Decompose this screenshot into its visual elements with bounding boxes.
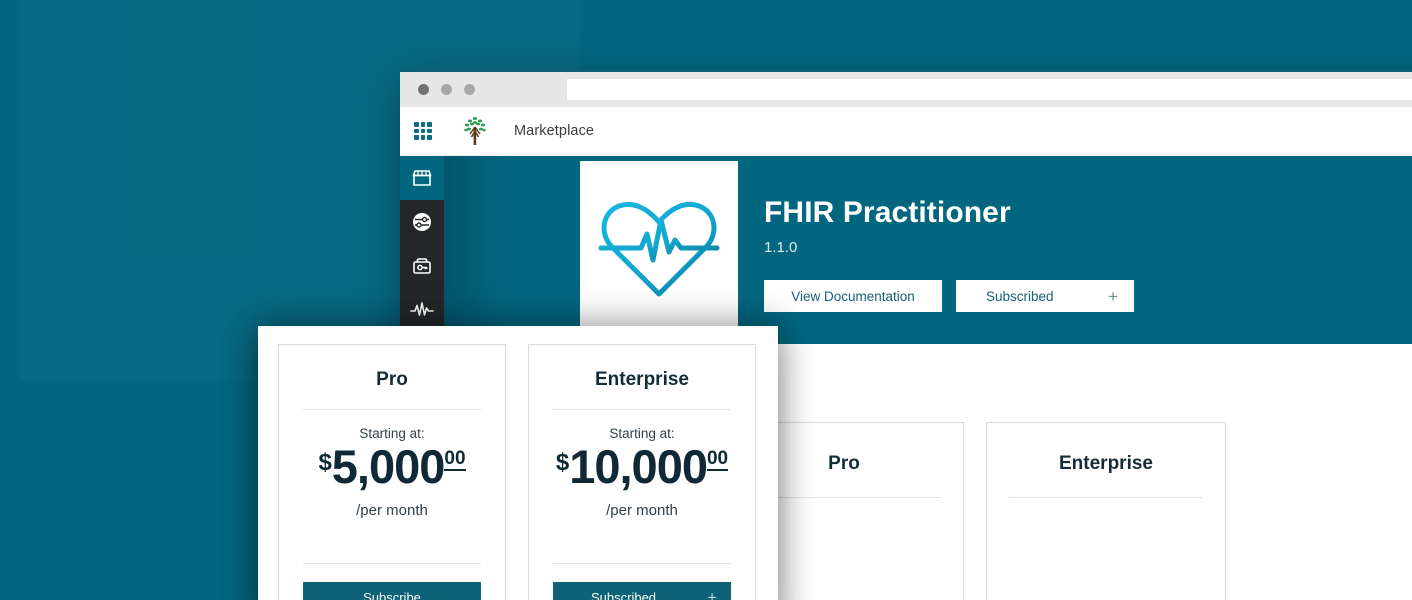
- subscribe-button[interactable]: Subscribe: [303, 582, 481, 600]
- brand-name: Marketplace: [514, 123, 595, 139]
- hero-info: FHIR Practitioner 1.1.0 View Documentati…: [764, 196, 1134, 312]
- price-amount: 5,000: [331, 440, 446, 493]
- sidebar-item-credentials[interactable]: [400, 244, 444, 288]
- price-display: $ 10,000 00: [529, 443, 755, 490]
- address-bar-input[interactable]: [567, 79, 1412, 100]
- subscribed-button-label: Subscribed: [591, 589, 657, 600]
- starting-at-label: Starting at:: [359, 426, 425, 441]
- pulse-analytics-icon: [410, 302, 434, 316]
- api-disc-icon: [413, 213, 431, 231]
- plus-icon: +: [707, 587, 717, 600]
- version-label: 1.1.0: [764, 239, 798, 256]
- page-title: FHIR Practitioner: [764, 196, 1011, 229]
- plan-card-divider: [1009, 497, 1203, 498]
- plan-card[interactable]: Enterprise: [986, 422, 1226, 600]
- storefront-icon: [412, 170, 432, 186]
- subscribed-label: Subscribed: [986, 288, 1054, 304]
- subscribed-button[interactable]: Subscribed +: [553, 582, 731, 600]
- pricing-card-title: Pro: [376, 369, 408, 390]
- app-top-bar: Marketplace: [400, 107, 1412, 156]
- pricing-card-divider: [303, 409, 481, 410]
- plus-icon: +: [1108, 286, 1118, 306]
- hero-banner: FHIR Practitioner 1.1.0 View Documentati…: [444, 156, 1412, 344]
- heart-pulse-icon: [598, 201, 720, 297]
- plan-card-title: Enterprise: [1059, 453, 1153, 474]
- view-documentation-button[interactable]: View Documentation: [764, 280, 942, 312]
- product-thumbnail: [580, 161, 738, 331]
- page-root: Marketplace FHIR Practitioner 1.1.0 View…: [0, 0, 1412, 600]
- pricing-card-title: Enterprise: [595, 369, 689, 390]
- traffic-light-close-icon[interactable]: [418, 84, 429, 95]
- subscribed-button[interactable]: Subscribed +: [956, 280, 1134, 312]
- subscribe-button-label: Subscribe: [363, 589, 421, 600]
- pricing-card-divider: [553, 409, 731, 410]
- pricing-card-footer-divider: [553, 563, 731, 564]
- view-documentation-label: View Documentation: [791, 288, 915, 304]
- currency-symbol: $: [555, 449, 570, 476]
- price-display: $ 5,000 00: [279, 443, 505, 490]
- pricing-overlay: Pro Starting at: $ 5,000 00 /per month S…: [258, 326, 778, 600]
- traffic-light-minimize-icon[interactable]: [441, 84, 452, 95]
- sidebar-item-apis[interactable]: [400, 200, 444, 244]
- pricing-card-enterprise[interactable]: Enterprise Starting at: $ 10,000 00 /per…: [528, 344, 756, 600]
- billing-period: /per month: [606, 502, 678, 519]
- pricing-card-footer-divider: [303, 563, 481, 564]
- sidebar-item-marketplace[interactable]: [400, 156, 444, 200]
- tree-logo-icon: [458, 114, 492, 148]
- billing-period: /per month: [356, 502, 428, 519]
- hero-action-buttons: View Documentation Subscribed +: [764, 280, 1134, 312]
- currency-symbol: $: [318, 449, 332, 476]
- grid-apps-icon[interactable]: [414, 122, 432, 140]
- price-amount: 10,000: [569, 440, 708, 493]
- price-cents: 00: [444, 448, 466, 471]
- traffic-light-maximize-icon[interactable]: [464, 84, 475, 95]
- browser-chrome: [400, 70, 1412, 107]
- key-box-icon: [413, 258, 431, 274]
- starting-at-label: Starting at:: [609, 426, 675, 441]
- pricing-card-pro[interactable]: Pro Starting at: $ 5,000 00 /per month S…: [278, 344, 506, 600]
- price-cents: 00: [706, 448, 729, 471]
